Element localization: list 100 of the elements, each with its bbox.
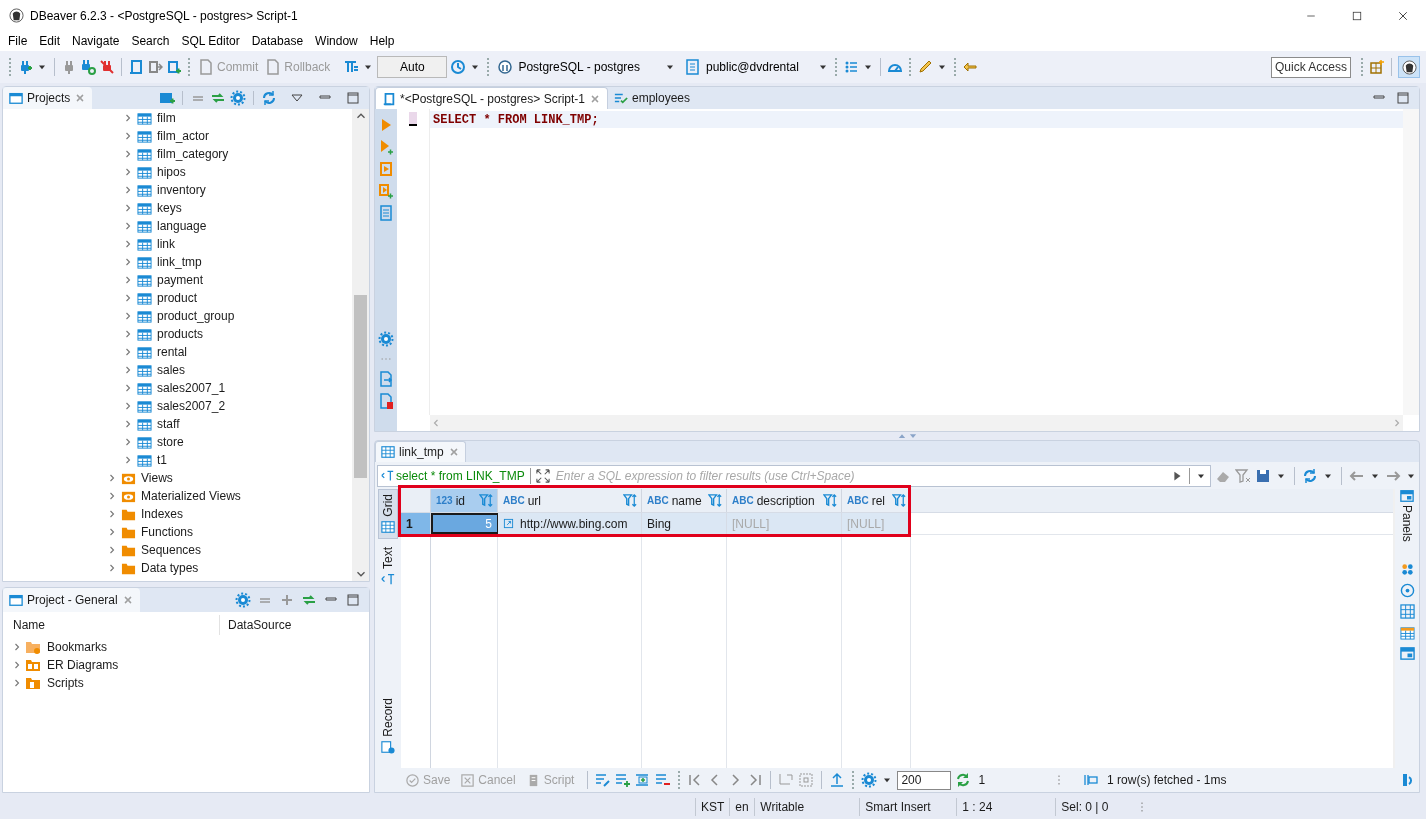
- tree-item[interactable]: film_category: [157, 145, 229, 163]
- tree-item[interactable]: sales: [157, 361, 185, 379]
- column-header[interactable]: 123 id: [431, 489, 498, 512]
- layout-panel-icon[interactable]: [1399, 645, 1415, 661]
- open-perspective-icon[interactable]: [1369, 59, 1385, 75]
- tree-item[interactable]: Sequences: [141, 541, 202, 559]
- column-header[interactable]: DataSource: [220, 616, 292, 634]
- maximize-view-icon[interactable]: [1395, 90, 1411, 106]
- open-script-icon[interactable]: [147, 59, 163, 75]
- remove-filter-icon[interactable]: [1235, 467, 1251, 484]
- menu-item[interactable]: Edit: [33, 32, 67, 50]
- filter-sort-icon[interactable]: [708, 493, 723, 508]
- column-header[interactable]: ABC description: [727, 489, 842, 512]
- column-header[interactable]: ABC name: [642, 489, 727, 512]
- tree-item[interactable]: Views: [141, 469, 173, 487]
- editor-tab-label[interactable]: employees: [632, 89, 690, 107]
- view-tab-label[interactable]: Project - General: [27, 591, 118, 609]
- filter-input[interactable]: Enter a SQL expression to filter results (use Ctrl+Space): [555, 466, 1170, 485]
- results-tab[interactable]: link_tmp: [375, 441, 466, 462]
- tree-item[interactable]: t1: [157, 451, 167, 469]
- view-tab[interactable]: Project - General: [3, 588, 140, 612]
- filter-sort-icon[interactable]: [823, 493, 838, 508]
- tree-item[interactable]: hipos: [157, 163, 186, 181]
- execute-new-tab-icon[interactable]: [378, 139, 394, 155]
- menu-item[interactable]: SQL Editor: [175, 32, 246, 50]
- pen-icon[interactable]: [916, 59, 933, 75]
- filter-sort-icon[interactable]: [623, 493, 638, 508]
- scrollbar-thumb[interactable]: [354, 295, 367, 478]
- tree-item[interactable]: product_group: [157, 307, 235, 325]
- filter-field[interactable]: select * from LINK_TMP Enter a SQL expression to filter results (use Ctrl+Space): [377, 464, 1211, 487]
- last-page-icon[interactable]: [747, 772, 764, 788]
- calc-panel-icon[interactable]: [1399, 624, 1415, 640]
- editor-tab-label[interactable]: *<PostgreSQL - postgres> Script-1: [400, 89, 585, 108]
- column-header[interactable]: Name: [3, 615, 220, 635]
- tree-item[interactable]: Scripts: [47, 674, 84, 692]
- tree-item[interactable]: payment: [157, 271, 204, 289]
- column-header[interactable]: ABC rel: [842, 489, 911, 512]
- new-folder-icon[interactable]: [159, 90, 175, 106]
- expand-icon[interactable]: [535, 468, 550, 483]
- grouping-panel-icon[interactable]: [1399, 603, 1415, 619]
- menu-item[interactable]: File: [2, 32, 34, 50]
- settings-icon[interactable]: [235, 592, 251, 608]
- tree-item[interactable]: link: [157, 235, 175, 253]
- editor-tab[interactable]: employees: [608, 87, 696, 109]
- execute-script-icon[interactable]: [378, 161, 394, 177]
- add-row-icon[interactable]: [615, 772, 632, 788]
- column-header[interactable]: ABC url: [498, 489, 642, 512]
- view-mode-tab[interactable]: Text: [378, 542, 398, 590]
- refresh-icon[interactable]: [955, 772, 972, 788]
- menu-item[interactable]: Navigate: [66, 32, 126, 50]
- tree-item[interactable]: Bookmarks: [47, 638, 108, 656]
- tree-item[interactable]: Materialized Views: [141, 487, 241, 505]
- metadata-panel-icon[interactable]: [1399, 582, 1415, 598]
- tree-item[interactable]: rental: [157, 343, 188, 361]
- tree-item[interactable]: Indexes: [141, 505, 184, 523]
- reconnect-icon[interactable]: [80, 59, 96, 75]
- table-cell[interactable]: Bing: [642, 513, 727, 534]
- commit-mode-button[interactable]: Auto: [377, 56, 448, 78]
- settings-icon[interactable]: [230, 90, 246, 106]
- menu-item[interactable]: Help: [363, 32, 401, 50]
- table-cell[interactable]: http://www.bing.com: [498, 513, 642, 534]
- tree-item[interactable]: sales2007_1: [157, 379, 226, 397]
- view-tab-label[interactable]: Projects: [27, 89, 71, 107]
- view-mode-tab[interactable]: Record: [378, 694, 398, 758]
- tree-item[interactable]: film_actor: [157, 127, 209, 145]
- menu-item[interactable]: Window: [309, 32, 364, 50]
- add-icon[interactable]: [279, 592, 295, 608]
- editor-tab[interactable]: *<PostgreSQL - postgres> Script-1: [375, 87, 608, 109]
- tree-item[interactable]: store: [157, 433, 184, 451]
- schema-selector[interactable]: public@dvdrental: [685, 58, 829, 76]
- error-log-icon[interactable]: [378, 393, 394, 409]
- value-panel-icon[interactable]: [1399, 561, 1415, 577]
- quick-access-field[interactable]: Quick Access: [1270, 56, 1351, 78]
- row-number[interactable]: 1: [401, 513, 431, 534]
- save-filter-icon[interactable]: [1255, 467, 1271, 484]
- menu-item[interactable]: Search: [125, 32, 176, 50]
- edit-row-icon[interactable]: [595, 772, 612, 788]
- sql-editor-icon[interactable]: [128, 59, 144, 75]
- url-text[interactable]: http://www.bing.com: [520, 514, 628, 533]
- tree-item[interactable]: Data types: [141, 559, 199, 577]
- tree-item[interactable]: products: [157, 325, 204, 343]
- delete-row-icon[interactable]: [655, 772, 672, 788]
- export-icon[interactable]: [829, 772, 846, 788]
- tree-item[interactable]: link_tmp: [157, 253, 202, 271]
- execute-script-new-tab-icon[interactable]: [378, 183, 394, 199]
- results-tab-label[interactable]: link_tmp: [399, 443, 444, 461]
- fetch-size-field[interactable]: 200: [897, 770, 952, 790]
- settings-icon[interactable]: [378, 331, 394, 347]
- view-tab[interactable]: Projects: [3, 87, 93, 109]
- disconnect-icon[interactable]: [99, 59, 115, 75]
- tree-item[interactable]: sales2007_2: [157, 397, 226, 415]
- tree-item[interactable]: inventory: [157, 181, 206, 199]
- maximize-view-icon[interactable]: [345, 592, 361, 608]
- sync-icon[interactable]: [261, 90, 277, 106]
- maximize-view-icon[interactable]: [345, 90, 361, 106]
- tree-item[interactable]: Functions: [141, 523, 194, 541]
- explain-plan-icon[interactable]: [378, 205, 394, 221]
- filter-sort-icon[interactable]: [479, 493, 494, 508]
- new-script-icon[interactable]: [166, 59, 182, 75]
- tree-item[interactable]: keys: [157, 199, 182, 217]
